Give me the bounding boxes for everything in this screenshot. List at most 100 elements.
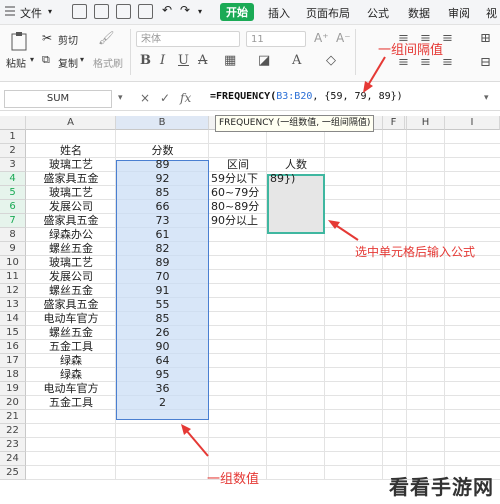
- row-header-6[interactable]: 6: [0, 200, 26, 214]
- confirm-icon[interactable]: ✓: [160, 91, 170, 105]
- fill-color-icon[interactable]: ◪: [258, 53, 270, 68]
- font-name-select[interactable]: 宋体: [136, 31, 240, 47]
- cell-a16[interactable]: 五金工具: [26, 340, 116, 353]
- fx-icon[interactable]: fx: [180, 91, 191, 105]
- cell-a13[interactable]: 盛家具五金: [26, 298, 116, 311]
- cell-d4-editing[interactable]: 89}): [270, 172, 325, 185]
- select-all-corner[interactable]: [0, 116, 26, 130]
- column-header-f[interactable]: F: [383, 116, 405, 130]
- row-header-13[interactable]: 13: [0, 298, 26, 312]
- cell-b15[interactable]: 26: [116, 326, 209, 339]
- column-header-b[interactable]: B: [116, 116, 209, 130]
- cell-a20[interactable]: 五金工具: [26, 396, 116, 409]
- cell-b18[interactable]: 95: [116, 368, 209, 381]
- print-icon[interactable]: [116, 4, 131, 19]
- row-header-10[interactable]: 10: [0, 256, 26, 270]
- row-header-5[interactable]: 5: [0, 186, 26, 200]
- cell-a5[interactable]: 玻璃工艺: [26, 186, 116, 199]
- chevron-down-icon[interactable]: ▾: [484, 93, 489, 103]
- row-header-2[interactable]: 2: [0, 144, 26, 158]
- chevron-down-icon[interactable]: ▾: [80, 55, 84, 64]
- cancel-icon[interactable]: ×: [140, 91, 150, 105]
- cell-a2[interactable]: 姓名: [26, 144, 116, 157]
- column-header-i[interactable]: I: [445, 116, 500, 130]
- cell-b10[interactable]: 89: [116, 256, 209, 269]
- tab-review[interactable]: 审阅: [448, 5, 470, 21]
- row-header-24[interactable]: 24: [0, 452, 26, 466]
- cell-c3[interactable]: 区间: [209, 158, 267, 171]
- tab-formula[interactable]: 公式: [367, 5, 389, 21]
- cell-b19[interactable]: 36: [116, 382, 209, 395]
- menu-file[interactable]: 文件: [20, 5, 42, 21]
- cell-b12[interactable]: 91: [116, 284, 209, 297]
- cell-a10[interactable]: 玻璃工艺: [26, 256, 116, 269]
- row-header-19[interactable]: 19: [0, 382, 26, 396]
- chevron-down-icon[interactable]: ▾: [198, 7, 202, 16]
- scissors-icon[interactable]: ✂: [42, 31, 52, 45]
- cell-b7[interactable]: 73: [116, 214, 209, 227]
- row-header-14[interactable]: 14: [0, 312, 26, 326]
- cut-button[interactable]: 剪切: [58, 32, 78, 47]
- cell-a8[interactable]: 绿森办公: [26, 228, 116, 241]
- row-header-25[interactable]: 25: [0, 466, 26, 480]
- cell-a14[interactable]: 电动车官方: [26, 312, 116, 325]
- cell-a6[interactable]: 发展公司: [26, 200, 116, 213]
- tab-insert[interactable]: 插入: [268, 5, 290, 21]
- cell-b6[interactable]: 66: [116, 200, 209, 213]
- cell-c5[interactable]: 60~79分: [211, 186, 267, 199]
- paste-icon[interactable]: [10, 31, 28, 51]
- cell-a9[interactable]: 螺丝五金: [26, 242, 116, 255]
- row-header-20[interactable]: 20: [0, 396, 26, 410]
- cell-b9[interactable]: 82: [116, 242, 209, 255]
- cell-a11[interactable]: 发展公司: [26, 270, 116, 283]
- cell-b16[interactable]: 90: [116, 340, 209, 353]
- row-header-4[interactable]: 4: [0, 172, 26, 186]
- menu-icon[interactable]: [5, 6, 15, 16]
- row-header-7[interactable]: 7: [0, 214, 26, 228]
- copy-button[interactable]: 复制: [58, 55, 78, 70]
- underline-icon[interactable]: U: [178, 53, 189, 68]
- cell-b20[interactable]: 2: [116, 396, 209, 409]
- tab-data[interactable]: 数据: [408, 5, 430, 21]
- strikethrough-icon[interactable]: A: [198, 53, 207, 68]
- border-icon[interactable]: ▦: [224, 53, 236, 68]
- column-header-h[interactable]: H: [407, 116, 445, 130]
- spreadsheet-grid[interactable]: A B C D E F G H I 1234567891011121314151…: [0, 116, 500, 504]
- undo-icon[interactable]: ↶: [162, 3, 172, 17]
- cell-a18[interactable]: 绿森: [26, 368, 116, 381]
- row-header-8[interactable]: 8: [0, 228, 26, 242]
- row-header-9[interactable]: 9: [0, 242, 26, 256]
- cell-a3[interactable]: 玻璃工艺: [26, 158, 116, 171]
- cell-c6[interactable]: 80~89分: [211, 200, 267, 213]
- column-header-a[interactable]: A: [26, 116, 116, 130]
- tab-view[interactable]: 视: [486, 5, 497, 21]
- cell-b3[interactable]: 89: [116, 158, 209, 171]
- cell-b17[interactable]: 64: [116, 354, 209, 367]
- cell-b11[interactable]: 70: [116, 270, 209, 283]
- format-painter-button[interactable]: 格式刷: [93, 55, 123, 70]
- merge-cells-icon[interactable]: ⊞: [480, 31, 491, 46]
- cell-b8[interactable]: 61: [116, 228, 209, 241]
- redo-icon[interactable]: ↷: [180, 3, 190, 17]
- cell-b14[interactable]: 85: [116, 312, 209, 325]
- name-box[interactable]: SUM: [4, 90, 112, 108]
- cell-a19[interactable]: 电动车官方: [26, 382, 116, 395]
- save-icon[interactable]: [72, 4, 87, 19]
- cell-b5[interactable]: 85: [116, 186, 209, 199]
- row-header-15[interactable]: 15: [0, 326, 26, 340]
- paste-button[interactable]: 粘贴: [6, 55, 26, 70]
- cell-b13[interactable]: 55: [116, 298, 209, 311]
- wrap-text-icon[interactable]: ⊟: [480, 55, 491, 70]
- chevron-down-icon[interactable]: ▾: [118, 93, 123, 103]
- tab-page-layout[interactable]: 页面布局: [306, 5, 350, 21]
- bold-icon[interactable]: B: [140, 53, 151, 68]
- cell-a4[interactable]: 盛家具五金: [26, 172, 116, 185]
- chevron-down-icon[interactable]: ▾: [30, 55, 34, 64]
- align-bottom-icon[interactable]: ≡: [442, 31, 453, 46]
- align-right-icon[interactable]: ≡: [442, 55, 453, 70]
- export-pdf-icon[interactable]: [94, 4, 109, 19]
- cell-a15[interactable]: 螺丝五金: [26, 326, 116, 339]
- cell-a7[interactable]: 盛家具五金: [26, 214, 116, 227]
- cell-d3[interactable]: 人数: [267, 158, 325, 171]
- font-color-icon[interactable]: A: [292, 53, 301, 68]
